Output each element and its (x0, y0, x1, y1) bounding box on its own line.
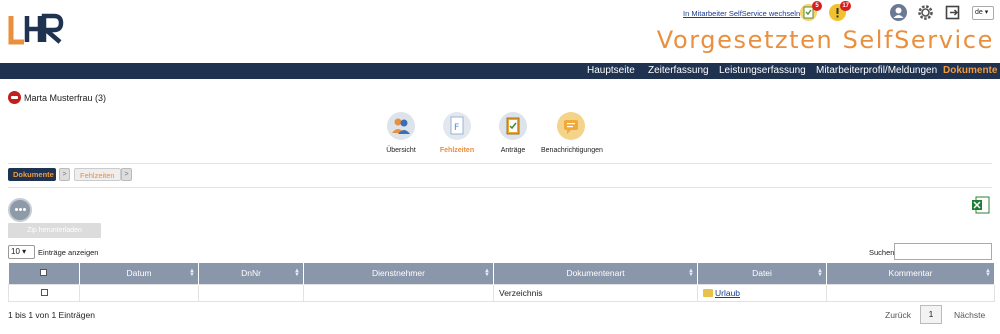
sort-icon: ▲ ▼ (189, 268, 195, 278)
search-input[interactable] (894, 243, 992, 260)
breadcrumb-arrow: > (121, 168, 132, 181)
switch-selfservice-link[interactable]: In Mitarbeiter SelfService wechseln (683, 9, 800, 18)
search-label: Suchen (869, 248, 895, 257)
sort-icon: ▲ ▼ (688, 268, 694, 278)
message-icon (557, 112, 585, 140)
zip-download-button[interactable]: Zip herunterladen (8, 223, 101, 238)
alerts-badge: 17 (840, 1, 851, 11)
gear-icon[interactable] (917, 4, 934, 21)
nav-dokumente[interactable]: Dokumente (943, 65, 997, 76)
nav-mitarbeiterprofil[interactable]: Mitarbeiterprofil/Meldungen (816, 65, 937, 76)
tool-uebersicht-label: Übersicht (386, 147, 416, 154)
user-avatar[interactable] (8, 91, 21, 104)
tasks-badge: 5 (812, 1, 822, 11)
nav-zeiterfassung[interactable]: Zeiterfassung (648, 65, 709, 76)
checklist-icon[interactable]: 5 (800, 1, 822, 21)
more-options-button[interactable] (8, 198, 32, 222)
separator-mid (8, 187, 992, 188)
tool-antraege[interactable]: Anträge (483, 112, 543, 154)
cell-datum (79, 283, 199, 302)
sort-icon: ▲ ▼ (817, 268, 823, 278)
file-link-urlaub[interactable]: Urlaub (715, 288, 740, 298)
tool-benachrichtigungen-label: Benachrichtigungen (541, 147, 603, 154)
breadcrumb-fehlzeiten[interactable]: Fehlzeiten (74, 168, 121, 181)
next-page-button[interactable]: Nächste (954, 310, 985, 320)
prev-page-button[interactable]: Zurück (885, 310, 911, 320)
nav-leistungserfassung[interactable]: Leistungserfassung (719, 65, 806, 76)
tool-uebersicht[interactable]: Übersicht (371, 112, 431, 154)
col-dienstnehmer[interactable]: Dienstnehmer ▲ ▼ (303, 263, 494, 284)
sort-icon: ▲ ▼ (294, 268, 300, 278)
col-datei[interactable]: Datei ▲ ▼ (697, 263, 827, 284)
user-help-icon[interactable] (890, 4, 907, 21)
sort-icon: ▲ ▼ (484, 268, 490, 278)
tool-fehlzeiten[interactable]: F Fehlzeiten (427, 112, 487, 154)
cell-datei: Urlaub (697, 283, 827, 302)
folder-icon (703, 288, 713, 297)
col-kommentar[interactable]: Kommentar ▲ ▼ (826, 263, 995, 284)
tool-benachrichtigungen[interactable]: Benachrichtigungen (541, 112, 603, 154)
main-navbar: Hauptseite Zeiterfassung Leistungserfass… (0, 63, 1000, 79)
tool-antraege-label: Anträge (500, 147, 526, 154)
user-name[interactable]: Marta Musterfrau (3) (24, 93, 106, 103)
col-dokumentenart[interactable]: Dokumentenart ▲ ▼ (493, 263, 698, 284)
nav-hauptseite[interactable]: Hauptseite (587, 65, 635, 76)
logout-icon[interactable] (944, 4, 961, 21)
table-header-row: Datum ▲ ▼ DnNr ▲ ▼ Dienstnehmer ▲ ▼ Dokumenten… (8, 263, 995, 284)
breadcrumb-arrow: > (59, 168, 70, 181)
page-length-select[interactable]: 10 ▾ (8, 245, 35, 259)
svg-text:F: F (454, 123, 459, 133)
cell-dienstnehmer (303, 283, 494, 302)
row-select-cell[interactable] (8, 283, 80, 302)
current-page-button[interactable]: 1 (920, 305, 942, 324)
tool-fehlzeiten-label: Fehlzeiten (439, 147, 475, 154)
language-select[interactable]: de ▾ (972, 6, 994, 20)
documents-table: Datum ▲ ▼ DnNr ▲ ▼ Dienstnehmer ▲ ▼ Dokumenten… (8, 263, 995, 302)
cell-kommentar (826, 283, 995, 302)
select-all-checkbox[interactable] (40, 269, 48, 277)
breadcrumb-dokumente[interactable]: Dokumente (8, 168, 56, 181)
cell-dokumentenart: Verzeichnis (493, 283, 698, 302)
table-row[interactable]: Verzeichnis Urlaub (8, 283, 995, 302)
document-f-icon: F (443, 112, 471, 140)
lhr-logo (8, 12, 68, 46)
row-checkbox[interactable] (40, 288, 48, 296)
excel-export-icon[interactable] (970, 194, 992, 216)
cell-dnnr (198, 283, 304, 302)
sort-icon: ▲ ▼ (985, 268, 991, 278)
people-icon (387, 112, 415, 140)
clipboard-check-icon (499, 112, 527, 140)
app-title: Vorgesetzten SelfService (656, 26, 994, 54)
alert-icon[interactable]: 17 (829, 1, 851, 21)
col-dnnr[interactable]: DnNr ▲ ▼ (198, 263, 304, 284)
page-length-label: Einträge anzeigen (38, 248, 99, 257)
table-info: 1 bis 1 von 1 Einträgen (8, 310, 95, 320)
col-datum[interactable]: Datum ▲ ▼ (79, 263, 199, 284)
separator-top (8, 163, 992, 164)
select-all-header[interactable] (8, 263, 80, 284)
